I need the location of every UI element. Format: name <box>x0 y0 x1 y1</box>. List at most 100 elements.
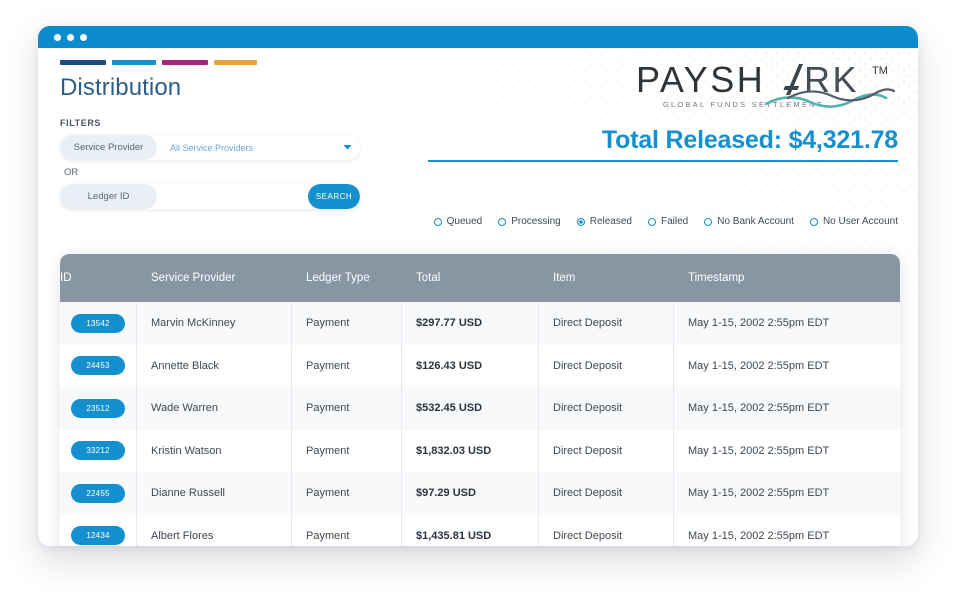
cell-ledger-type: Payment <box>292 302 402 345</box>
window-dot-3[interactable] <box>80 33 87 41</box>
cell-ledger-type: Payment <box>292 514 402 546</box>
cell-ledger-type: Payment <box>292 429 402 472</box>
status-option-released[interactable]: Released <box>576 216 632 227</box>
column-header-ledger-type[interactable]: Ledger Type <box>292 272 402 284</box>
ledger-id-tag: Ledger ID <box>60 184 157 209</box>
cell-id: 22455 <box>60 472 137 515</box>
cell-timestamp: May 1-15, 2002 2:55pm EDT <box>688 529 830 542</box>
cell-total: $297.77 USD <box>402 302 539 345</box>
brand-bar-navy <box>60 60 106 65</box>
cell-service-provider: Wade Warren <box>137 387 292 430</box>
filters-section-label: FILTERS <box>60 118 102 128</box>
radio-icon <box>647 217 656 226</box>
svg-text:RK: RK <box>804 62 859 100</box>
header-left-panel: Distribution FILTERS Service Provider Al… <box>60 60 390 209</box>
cell-service-provider: Marvin McKinney <box>137 302 292 345</box>
cell-item: Direct Deposit <box>539 302 674 345</box>
search-button[interactable]: SEARCH <box>308 184 360 209</box>
cell-id: 12434 <box>60 514 137 546</box>
cell-ledger-type: Payment <box>292 344 402 387</box>
cell-service-provider: Kristin Watson <box>137 429 292 472</box>
cell-id: 23512 <box>60 387 137 430</box>
window-dot-1[interactable] <box>54 33 61 41</box>
cell-item: Direct Deposit <box>539 472 674 515</box>
id-badge[interactable]: 13542 <box>71 313 125 333</box>
id-badge[interactable]: 33212 <box>71 441 125 461</box>
radio-icon <box>433 217 442 226</box>
radio-icon <box>498 217 507 226</box>
cell-service-provider: Annette Black <box>137 344 292 387</box>
window-title-bar <box>38 26 918 48</box>
distribution-table: ID Service Provider Ledger Type Total It… <box>60 254 900 546</box>
svg-text:GLOBAL FUNDS SETTLEMENT: GLOBAL FUNDS SETTLEMENT <box>663 100 824 109</box>
table-row[interactable]: 24453 Annette Black Payment $126.43 USD … <box>60 344 900 387</box>
chevron-down-icon[interactable] <box>334 144 360 151</box>
table-row[interactable]: 23512 Wade Warren Payment $532.45 USD Di… <box>60 387 900 430</box>
brand-bar-blue <box>112 60 156 65</box>
column-header-service-provider[interactable]: Service Provider <box>137 272 292 284</box>
service-provider-value[interactable]: All Service Providers <box>157 143 334 153</box>
cell-id: 24453 <box>60 344 137 387</box>
payshark-logo: PAYSH RK TM GLOBAL FUNDS SETTLEMENT <box>428 62 898 110</box>
svg-text:TM: TM <box>872 65 888 77</box>
page-body: Distribution FILTERS Service Provider Al… <box>38 48 918 546</box>
cell-total: $97.29 USD <box>402 472 539 515</box>
status-option-no-user-account[interactable]: No User Account <box>809 216 898 227</box>
total-released-amount: Total Released: $4,321.78 <box>601 126 898 154</box>
column-header-total[interactable]: Total <box>402 272 539 284</box>
status-option-no-bank-account[interactable]: No Bank Account <box>704 216 794 227</box>
id-badge[interactable]: 24453 <box>71 356 125 376</box>
window-dot-2[interactable] <box>67 33 74 41</box>
status-option-processing[interactable]: Processing <box>498 216 561 227</box>
brand-bar-magenta <box>162 60 208 65</box>
cell-total: $532.45 USD <box>402 387 539 430</box>
id-badge[interactable]: 12434 <box>71 526 125 546</box>
app-window: Distribution FILTERS Service Provider Al… <box>38 26 918 546</box>
column-header-id[interactable]: ID <box>60 272 137 284</box>
brand-bar-orange <box>214 60 257 65</box>
cell-timestamp: May 1-15, 2002 2:55pm EDT <box>688 402 830 415</box>
cell-total: $1,435.81 USD <box>402 514 539 546</box>
cell-id: 33212 <box>60 429 137 472</box>
ledger-id-input[interactable] <box>157 184 308 209</box>
payshark-logo-svg: PAYSH RK TM GLOBAL FUNDS SETTLEMENT <box>636 62 896 109</box>
table-row[interactable]: 33212 Kristin Watson Payment $1,832.03 U… <box>60 429 900 472</box>
status-option-queued[interactable]: Queued <box>433 216 483 227</box>
column-header-timestamp[interactable]: Timestamp <box>674 272 900 284</box>
service-provider-tag: Service Provider <box>60 135 157 160</box>
brand-accent-bars <box>60 60 390 65</box>
cell-item: Direct Deposit <box>539 387 674 430</box>
column-header-item[interactable]: Item <box>539 272 674 284</box>
ledger-id-filter[interactable]: Ledger ID SEARCH <box>60 184 360 209</box>
radio-icon-selected <box>576 217 585 226</box>
table-header-row: ID Service Provider Ledger Type Total It… <box>60 254 900 302</box>
status-option-label: Failed <box>660 216 689 227</box>
cell-total: $126.43 USD <box>402 344 539 387</box>
cell-timestamp: May 1-15, 2002 2:55pm EDT <box>688 487 830 500</box>
cell-ledger-type: Payment <box>292 472 402 515</box>
svg-text:PAYSH: PAYSH <box>636 62 765 100</box>
cell-service-provider: Dianne Russell <box>137 472 292 515</box>
id-badge[interactable]: 23512 <box>71 398 125 418</box>
status-option-label: No Bank Account <box>717 216 794 227</box>
table-row[interactable]: 13542 Marvin McKinney Payment $297.77 US… <box>60 302 900 345</box>
status-option-label: Queued <box>446 216 483 227</box>
cell-ledger-type: Payment <box>292 387 402 430</box>
table-row[interactable]: 22455 Dianne Russell Payment $97.29 USD … <box>60 472 900 515</box>
status-option-label: Released <box>589 216 632 227</box>
status-filter-group: Queued Processing Released Failed No Ban… <box>433 216 898 227</box>
cell-service-provider: Albert Flores <box>137 514 292 546</box>
cell-timestamp: May 1-15, 2002 2:55pm EDT <box>688 444 830 457</box>
cell-timestamp: May 1-15, 2002 2:55pm EDT <box>688 359 830 372</box>
cell-total: $1,832.03 USD <box>402 429 539 472</box>
id-badge[interactable]: 22455 <box>71 483 125 503</box>
status-option-failed[interactable]: Failed <box>647 216 689 227</box>
service-provider-filter[interactable]: Service Provider All Service Providers <box>60 135 360 160</box>
table-row[interactable]: 12434 Albert Flores Payment $1,435.81 US… <box>60 514 900 546</box>
cell-item: Direct Deposit <box>539 514 674 546</box>
cell-item: Direct Deposit <box>539 344 674 387</box>
page-title: Distribution <box>60 74 182 101</box>
radio-icon <box>704 217 713 226</box>
radio-icon <box>809 217 818 226</box>
total-released-underline <box>428 160 898 162</box>
